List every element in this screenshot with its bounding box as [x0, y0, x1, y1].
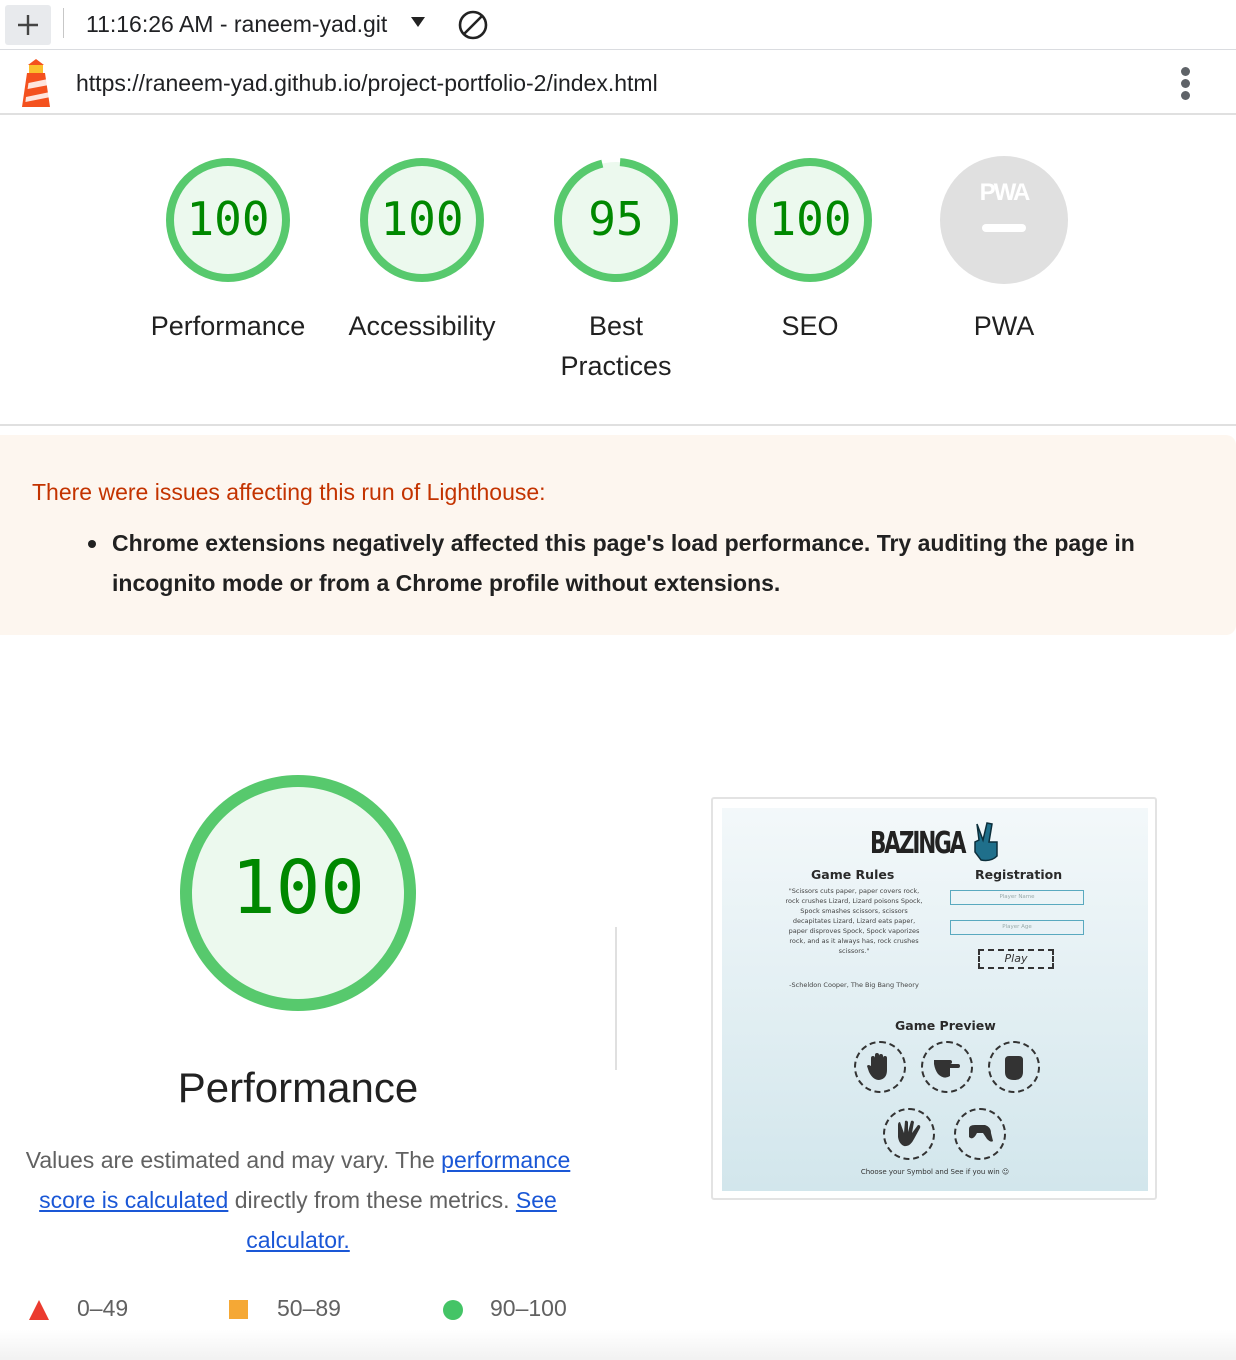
pwa-badge-icon: PWA [940, 156, 1068, 284]
score-label: PWA [973, 311, 1035, 341]
desc-text: Values are estimated and may vary. The [25, 1147, 442, 1173]
rules-heading: Game Rules [811, 867, 895, 882]
brand-logo: BAZINGA [870, 826, 966, 861]
warning-item-text: Chrome extensions negatively affected th… [112, 530, 1135, 596]
desc-text: directly from these metrics. [228, 1187, 516, 1213]
url-bar: https://raneem-yad.github.io/project-por… [0, 51, 1236, 115]
score-value: 100 [768, 192, 852, 246]
screenshot-footer: Choose your Symbol and See if you win ☺ [860, 1168, 1010, 1176]
player-age-field: Player Age [950, 920, 1084, 935]
kebab-menu-icon[interactable] [1176, 65, 1196, 101]
scissors-hand-icon [921, 1041, 973, 1093]
block-icon[interactable] [457, 9, 489, 41]
rules-quote: "Scissors cuts paper, paper covers rock,… [785, 887, 923, 955]
warning-title: There were issues affecting this run of … [32, 479, 546, 505]
pwa-badge-text: PWA [980, 179, 1030, 206]
new-report-button[interactable] [5, 5, 51, 45]
paper-hand-icon [854, 1041, 906, 1093]
report-toolbar: 11:16:26 AM - raneem-yad.git [0, 0, 1236, 50]
vertical-divider [615, 927, 617, 1070]
report-url[interactable]: https://raneem-yad.github.io/project-por… [76, 70, 658, 97]
rules-cite: -Scheldon Cooper, The Big Bang Theory [789, 981, 919, 989]
preview-heading: Game Preview [895, 1018, 996, 1033]
score-value: 100 [186, 192, 270, 246]
lighthouse-icon [22, 59, 51, 107]
peace-hand-icon [974, 822, 998, 862]
score-label: Best Practices [519, 306, 713, 386]
toolbar-separator [63, 8, 64, 38]
score-label-text: Best Practices [560, 311, 672, 381]
warning-item: Chrome extensions negatively affected th… [88, 523, 1202, 603]
performance-title: Performance [177, 1064, 419, 1111]
screenshot-page: BAZINGA Game Rules Registration "Scissor… [722, 808, 1148, 1191]
registration-heading: Registration [975, 867, 1063, 882]
score-label: Accessibility [348, 311, 496, 341]
section-divider [0, 424, 1236, 426]
bullet [88, 540, 96, 548]
score-value: 100 [380, 192, 464, 246]
performance-score: 100 [231, 845, 365, 931]
final-screenshot[interactable]: BAZINGA Game Rules Registration "Scissor… [711, 797, 1157, 1200]
performance-description: Values are estimated and may vary. The p… [15, 1140, 581, 1260]
legend-average: 50–89 [277, 1295, 341, 1321]
bottom-fade [0, 1330, 1236, 1360]
player-name-field: Player Name [950, 890, 1084, 905]
rock-hand-icon [988, 1041, 1040, 1093]
legend-pass: 90–100 [490, 1295, 567, 1321]
legend-fail: 0–49 [77, 1295, 129, 1321]
run-selector[interactable]: 11:16:26 AM - raneem-yad.git [86, 11, 387, 38]
score-label: Performance [150, 311, 306, 341]
chevron-down-icon[interactable] [410, 16, 426, 28]
score-value: 95 [588, 192, 644, 246]
triangle-icon [29, 1300, 49, 1320]
warning-box: There were issues affecting this run of … [0, 435, 1236, 635]
lizard-hand-icon [954, 1108, 1006, 1160]
circle-icon [443, 1300, 463, 1320]
play-button: Play [978, 949, 1054, 969]
spock-hand-icon [883, 1108, 935, 1160]
square-icon [229, 1300, 248, 1319]
score-label: SEO [781, 311, 839, 341]
plus-icon [18, 15, 38, 35]
